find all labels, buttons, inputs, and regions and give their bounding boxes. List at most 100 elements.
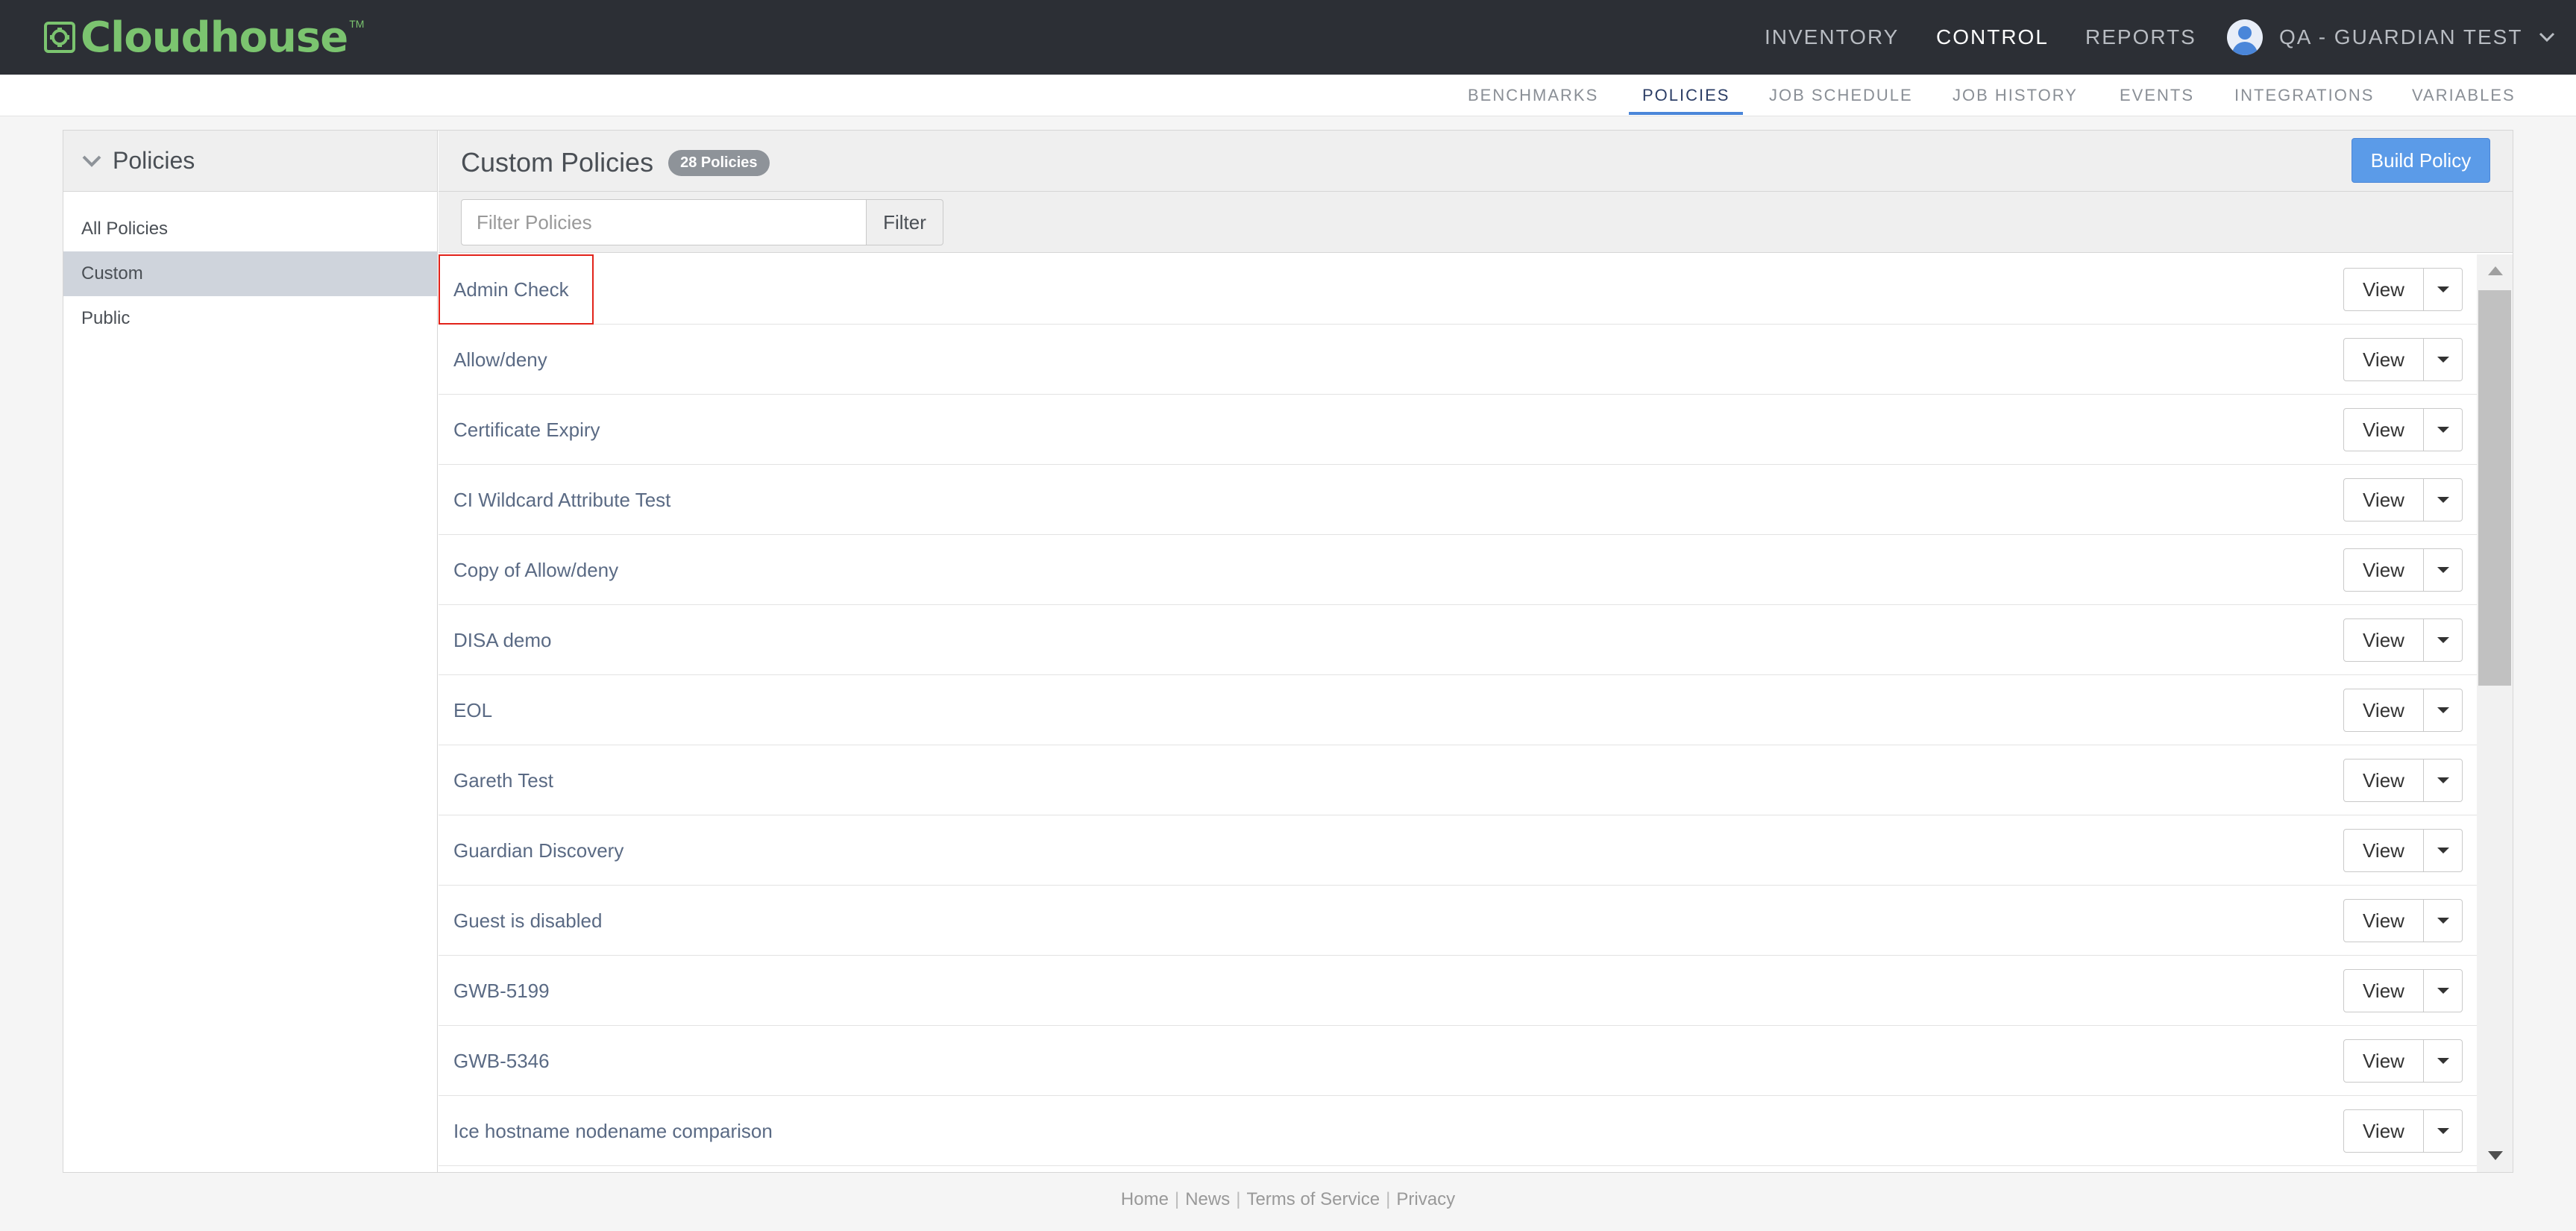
policies-content: Custom Policies 28 Policies Build Policy… (439, 131, 2513, 1172)
policy-name-link[interactable]: CI Wildcard Attribute Test (453, 465, 670, 535)
table-row: Guest is disabled View (439, 886, 2513, 956)
table-row: Certificate Expiry View (439, 395, 2513, 465)
nav-inventory[interactable]: INVENTORY (1765, 25, 1899, 49)
tab-job-history[interactable]: JOB HISTORY (1953, 75, 2078, 116)
caret-down-icon (2437, 1128, 2449, 1134)
policy-name-link[interactable]: Gareth Test (453, 745, 553, 815)
view-dropdown-toggle[interactable] (2424, 759, 2463, 802)
policy-name-link[interactable]: Guest is disabled (453, 886, 602, 956)
subnav-benchmarks-wrap: BENCHMARKS (1468, 75, 1598, 116)
user-account-label: QA - GUARDIAN TEST (2279, 25, 2523, 48)
footer-link-news[interactable]: News (1185, 1189, 1230, 1209)
scroll-up-arrow-icon[interactable] (2488, 266, 2503, 275)
view-dropdown-toggle[interactable] (2424, 548, 2463, 592)
policy-name-link[interactable]: DISA demo (453, 605, 552, 675)
view-button[interactable]: View (2343, 689, 2424, 732)
view-dropdown-toggle[interactable] (2424, 408, 2463, 451)
view-dropdown-toggle[interactable] (2424, 899, 2463, 942)
view-button-group: View (2343, 618, 2463, 662)
sidebar-item-public[interactable]: Public (63, 296, 437, 341)
caret-down-icon (2437, 1058, 2449, 1064)
view-button[interactable]: View (2343, 408, 2424, 451)
view-button[interactable]: View (2343, 969, 2424, 1012)
policy-name-link[interactable]: Guardian Discovery (453, 815, 623, 886)
sidebar-title: Policies (113, 147, 195, 174)
policy-list-scrollbar[interactable] (2477, 254, 2513, 1172)
tab-events[interactable]: EVENTS (2120, 75, 2194, 116)
footer-link-privacy[interactable]: Privacy (1396, 1189, 1455, 1209)
sidebar-header[interactable]: Policies (63, 131, 437, 192)
view-button[interactable]: View (2343, 618, 2424, 662)
table-row: Allow/deny View (439, 325, 2513, 395)
policy-name-link[interactable]: Certificate Expiry (453, 395, 600, 465)
caret-down-icon (2437, 777, 2449, 783)
tab-job-schedule[interactable]: JOB SCHEDULE (1769, 75, 1913, 116)
view-dropdown-toggle[interactable] (2424, 969, 2463, 1012)
tab-policies[interactable]: POLICIES (1628, 75, 1744, 116)
view-button[interactable]: View (2343, 338, 2424, 381)
scroll-down-arrow-icon[interactable] (2488, 1151, 2503, 1160)
filter-bar: Filter Policies Filter (439, 192, 2513, 253)
caret-down-icon (2437, 988, 2449, 994)
view-button[interactable]: View (2343, 1109, 2424, 1153)
policies-sidebar: Policies All Policies Custom Public (63, 131, 438, 1172)
footer-separator: | (1174, 1189, 1180, 1209)
caret-down-icon (2437, 427, 2449, 433)
subnav-job-history-wrap: JOB HISTORY (1953, 75, 2078, 116)
view-dropdown-toggle[interactable] (2424, 268, 2463, 311)
scroll-thumb[interactable] (2478, 290, 2511, 686)
main-nav: INVENTORY (1765, 0, 1899, 75)
footer-link-terms[interactable]: Terms of Service (1246, 1189, 1380, 1209)
cloudhouse-logo[interactable]: Cloudhouse TM (43, 13, 364, 62)
view-dropdown-toggle[interactable] (2424, 338, 2463, 381)
footer-separator: | (1236, 1189, 1241, 1209)
policy-name-link[interactable]: GWB-5346 (453, 1026, 550, 1096)
tab-integrations[interactable]: INTEGRATIONS (2234, 75, 2374, 116)
caret-down-icon (2437, 286, 2449, 292)
view-button[interactable]: View (2343, 1039, 2424, 1083)
view-button[interactable]: View (2343, 478, 2424, 521)
tab-variables[interactable]: VARIABLES (2412, 75, 2516, 116)
view-button-group: View (2343, 338, 2463, 381)
policy-name-link[interactable]: Ice hostname nodename comparison (453, 1096, 773, 1166)
policy-name-link[interactable]: Admin Check (453, 254, 569, 325)
policy-name-link[interactable]: GWB-5199 (453, 956, 550, 1026)
filter-policies-input[interactable]: Filter Policies (461, 199, 867, 245)
table-row: GWB-5199 View (439, 956, 2513, 1026)
view-button[interactable]: View (2343, 829, 2424, 872)
policy-name-link[interactable]: Allow/deny (453, 325, 547, 395)
caret-down-icon (2437, 497, 2449, 503)
view-button[interactable]: View (2343, 548, 2424, 592)
sidebar-item-all-policies[interactable]: All Policies (63, 207, 437, 251)
table-row: Ice hostname nodename comparison View (439, 1096, 2513, 1166)
view-button[interactable]: View (2343, 899, 2424, 942)
view-button-group: View (2343, 689, 2463, 732)
view-dropdown-toggle[interactable] (2424, 618, 2463, 662)
view-dropdown-toggle[interactable] (2424, 1109, 2463, 1153)
view-dropdown-toggle[interactable] (2424, 1039, 2463, 1083)
footer-separator: | (1386, 1189, 1391, 1209)
sidebar-item-custom[interactable]: Custom (63, 251, 437, 296)
table-row: Guardian Discovery View (439, 815, 2513, 886)
subnav-variables-wrap: VARIABLES (2412, 75, 2516, 116)
tab-benchmarks[interactable]: BENCHMARKS (1468, 75, 1598, 116)
view-button[interactable]: View (2343, 759, 2424, 802)
user-menu[interactable]: QA - GUARDIAN TEST (2227, 0, 2555, 75)
nav-control[interactable]: CONTROL (1936, 25, 2049, 49)
policy-name-link[interactable]: EOL (453, 675, 492, 745)
nav-reports[interactable]: REPORTS (2085, 25, 2196, 49)
view-button[interactable]: View (2343, 268, 2424, 311)
build-policy-button[interactable]: Build Policy (2352, 138, 2490, 183)
chevron-down-icon (82, 155, 101, 167)
subnav-integrations-wrap: INTEGRATIONS (2234, 75, 2374, 116)
main-nav-control-wrap: CONTROL (1936, 0, 2049, 75)
view-button-group: View (2343, 829, 2463, 872)
view-dropdown-toggle[interactable] (2424, 689, 2463, 732)
footer-link-home[interactable]: Home (1121, 1189, 1169, 1209)
table-row: Copy of Allow/deny View (439, 535, 2513, 605)
policy-name-link[interactable]: Copy of Allow/deny (453, 535, 618, 605)
view-dropdown-toggle[interactable] (2424, 478, 2463, 521)
caret-down-icon (2437, 707, 2449, 713)
filter-button[interactable]: Filter (866, 199, 943, 245)
view-dropdown-toggle[interactable] (2424, 829, 2463, 872)
